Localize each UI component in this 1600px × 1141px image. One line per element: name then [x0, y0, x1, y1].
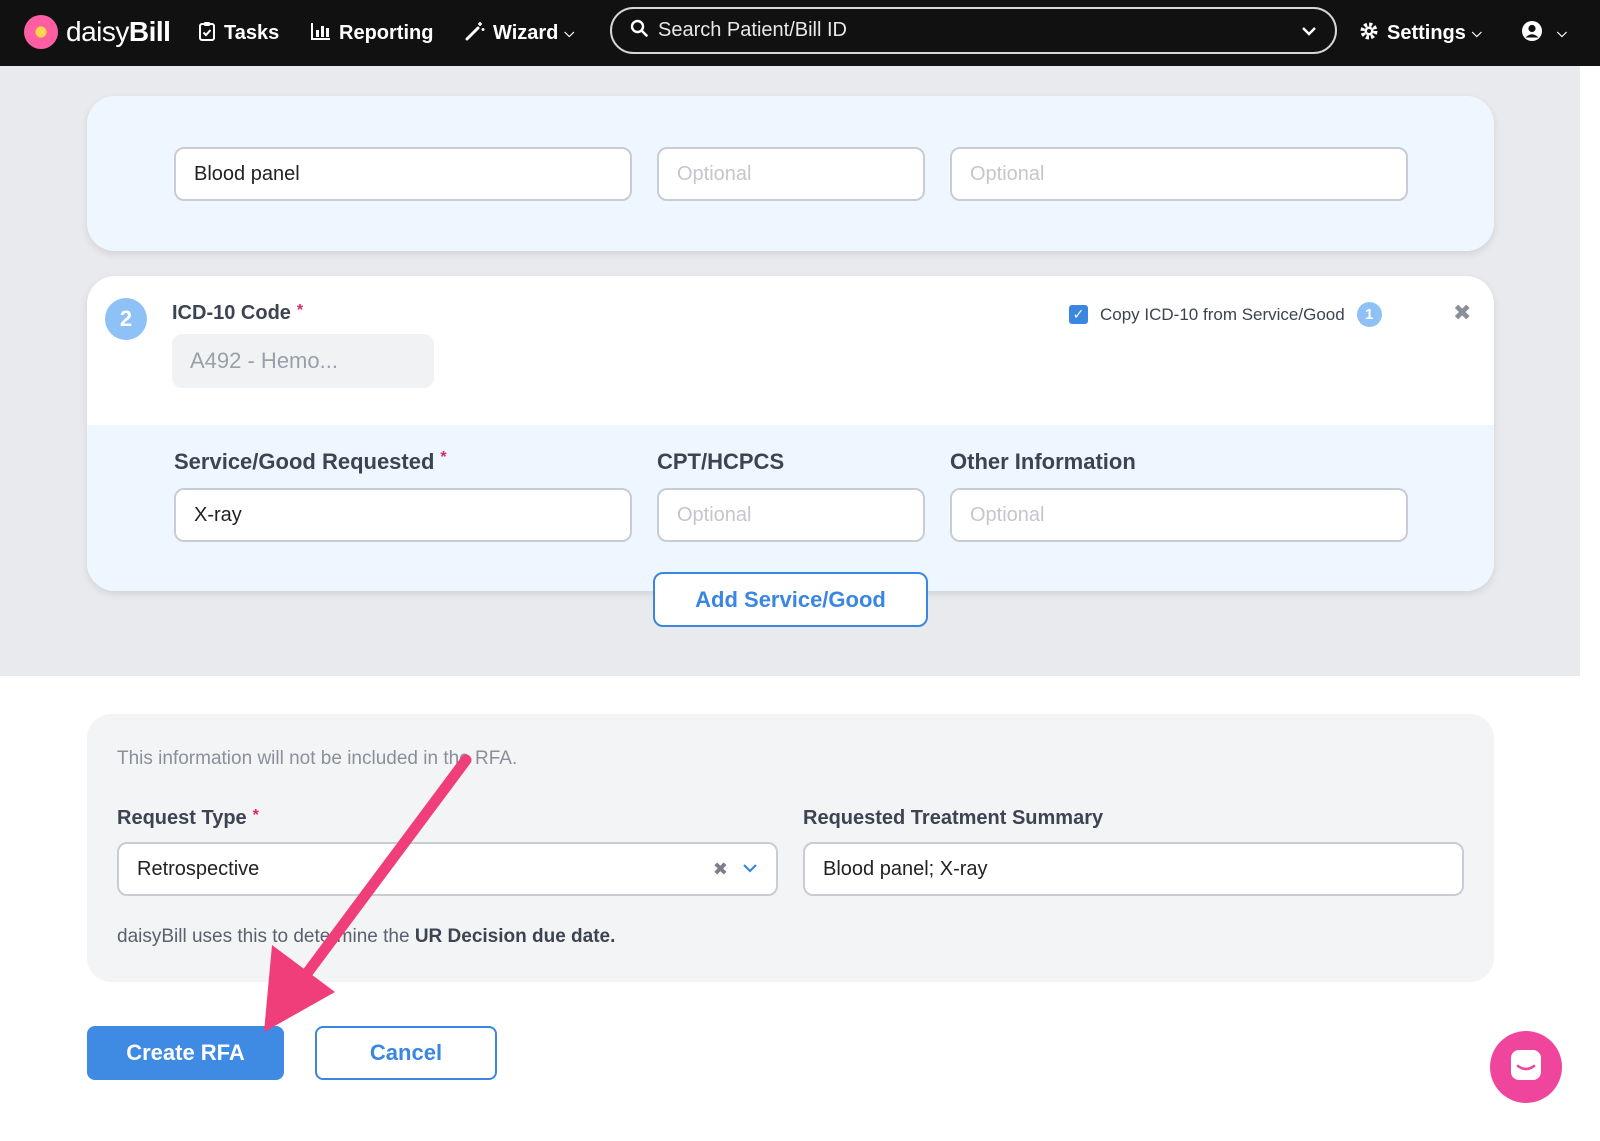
logo-text: daisy	[66, 16, 129, 47]
help-text-bold: UR Decision due date.	[414, 926, 616, 947]
chevron-down-icon: ⌵	[564, 25, 575, 40]
service-good-label: Service/Good Requested *	[174, 449, 447, 474]
other-info-input-2[interactable]: Optional	[950, 488, 1408, 542]
create-rfa-button[interactable]: Create RFA	[87, 1026, 284, 1080]
chat-launcher-button[interactable]	[1490, 1031, 1562, 1103]
required-asterisk: *	[252, 807, 259, 824]
other-info-input-1[interactable]: Optional	[950, 147, 1408, 201]
nav-reporting-label: Reporting	[339, 21, 434, 44]
icd-10-field: A492 - Hemo...	[172, 334, 434, 388]
user-menu[interactable]: ⌵	[1521, 16, 1567, 50]
gear-icon	[1359, 21, 1379, 46]
nav-reporting[interactable]: Reporting	[311, 16, 433, 50]
user-circle-icon	[1521, 20, 1543, 47]
search-dropdown-chevron-icon[interactable]	[1301, 23, 1317, 39]
search-input[interactable]	[658, 19, 1301, 42]
chevron-down-icon: ⌵	[1557, 25, 1567, 40]
chevron-down-icon[interactable]	[742, 860, 758, 878]
request-type-select[interactable]: Retrospective ✖	[117, 842, 778, 896]
nav-settings[interactable]: Settings ⌵	[1359, 16, 1482, 50]
icd-10-label: ICD-10 Code *	[172, 302, 304, 324]
treatment-summary-input[interactable]: Blood panel; X-ray	[803, 842, 1464, 896]
service-number-badge: 2	[105, 298, 147, 340]
service-good-input-2[interactable]: X-ray	[174, 488, 632, 542]
services-section: Blood panel Optional Optional 2 ICD-10 C…	[0, 66, 1580, 676]
cpt-input-1[interactable]: Optional	[657, 147, 925, 201]
bar-chart-icon	[311, 22, 331, 45]
cancel-button[interactable]: Cancel	[315, 1026, 497, 1080]
rfa-meta-panel: This information will not be included in…	[87, 714, 1494, 982]
nav-wizard[interactable]: Wizard ⌵	[465, 16, 574, 50]
required-asterisk: *	[296, 302, 304, 319]
remove-service-icon[interactable]: ✖	[1453, 300, 1471, 326]
service-good-input-1[interactable]: Blood panel	[174, 147, 632, 201]
help-text: daisyBill uses this to determine the UR …	[117, 926, 616, 947]
service-card-2: 2 ICD-10 Code * A492 - Hemo... ✓ Copy ICD…	[87, 276, 1494, 591]
nav-tasks[interactable]: Tasks	[198, 16, 279, 50]
add-service-good-button[interactable]: Add Service/Good	[653, 572, 928, 627]
treatment-summary-label: Requested Treatment Summary	[803, 807, 1104, 829]
chevron-down-icon: ⌵	[1471, 25, 1482, 40]
clipboard-icon	[198, 21, 216, 46]
clear-icon[interactable]: ✖	[713, 859, 728, 880]
copy-source-badge: 1	[1356, 302, 1382, 327]
chat-icon	[1508, 1047, 1544, 1088]
flower-icon	[24, 15, 58, 49]
search-bar[interactable]	[610, 7, 1337, 54]
nav-wizard-label: Wizard	[493, 21, 559, 44]
logo-text-bold: Bill	[128, 16, 171, 47]
request-type-value: Retrospective	[137, 857, 260, 880]
top-nav: daisyBill Tasks Reporting Wizard ⌵ Setti…	[0, 0, 1600, 66]
service-card-1: Blood panel Optional Optional	[87, 96, 1494, 251]
scrollbar[interactable]	[1580, 66, 1600, 1141]
search-icon	[630, 19, 648, 43]
cpt-label: CPT/HCPCS	[657, 449, 785, 474]
nav-tasks-label: Tasks	[224, 21, 280, 44]
magic-wand-icon	[465, 21, 485, 46]
copy-icd-label: Copy ICD-10 from Service/Good	[1100, 304, 1345, 324]
cpt-input-2[interactable]: Optional	[657, 488, 925, 542]
daisybill-logo[interactable]: daisyBill	[24, 12, 171, 52]
required-asterisk: *	[440, 449, 447, 466]
info-note: This information will not be included in…	[117, 748, 518, 769]
other-info-label: Other Information	[950, 449, 1136, 474]
copy-icd-checkbox[interactable]: ✓	[1069, 305, 1088, 324]
copy-icd-row: ✓ Copy ICD-10 from Service/Good 1	[1069, 302, 1382, 327]
request-type-label: Request Type *	[117, 807, 259, 829]
nav-settings-label: Settings	[1387, 21, 1466, 44]
